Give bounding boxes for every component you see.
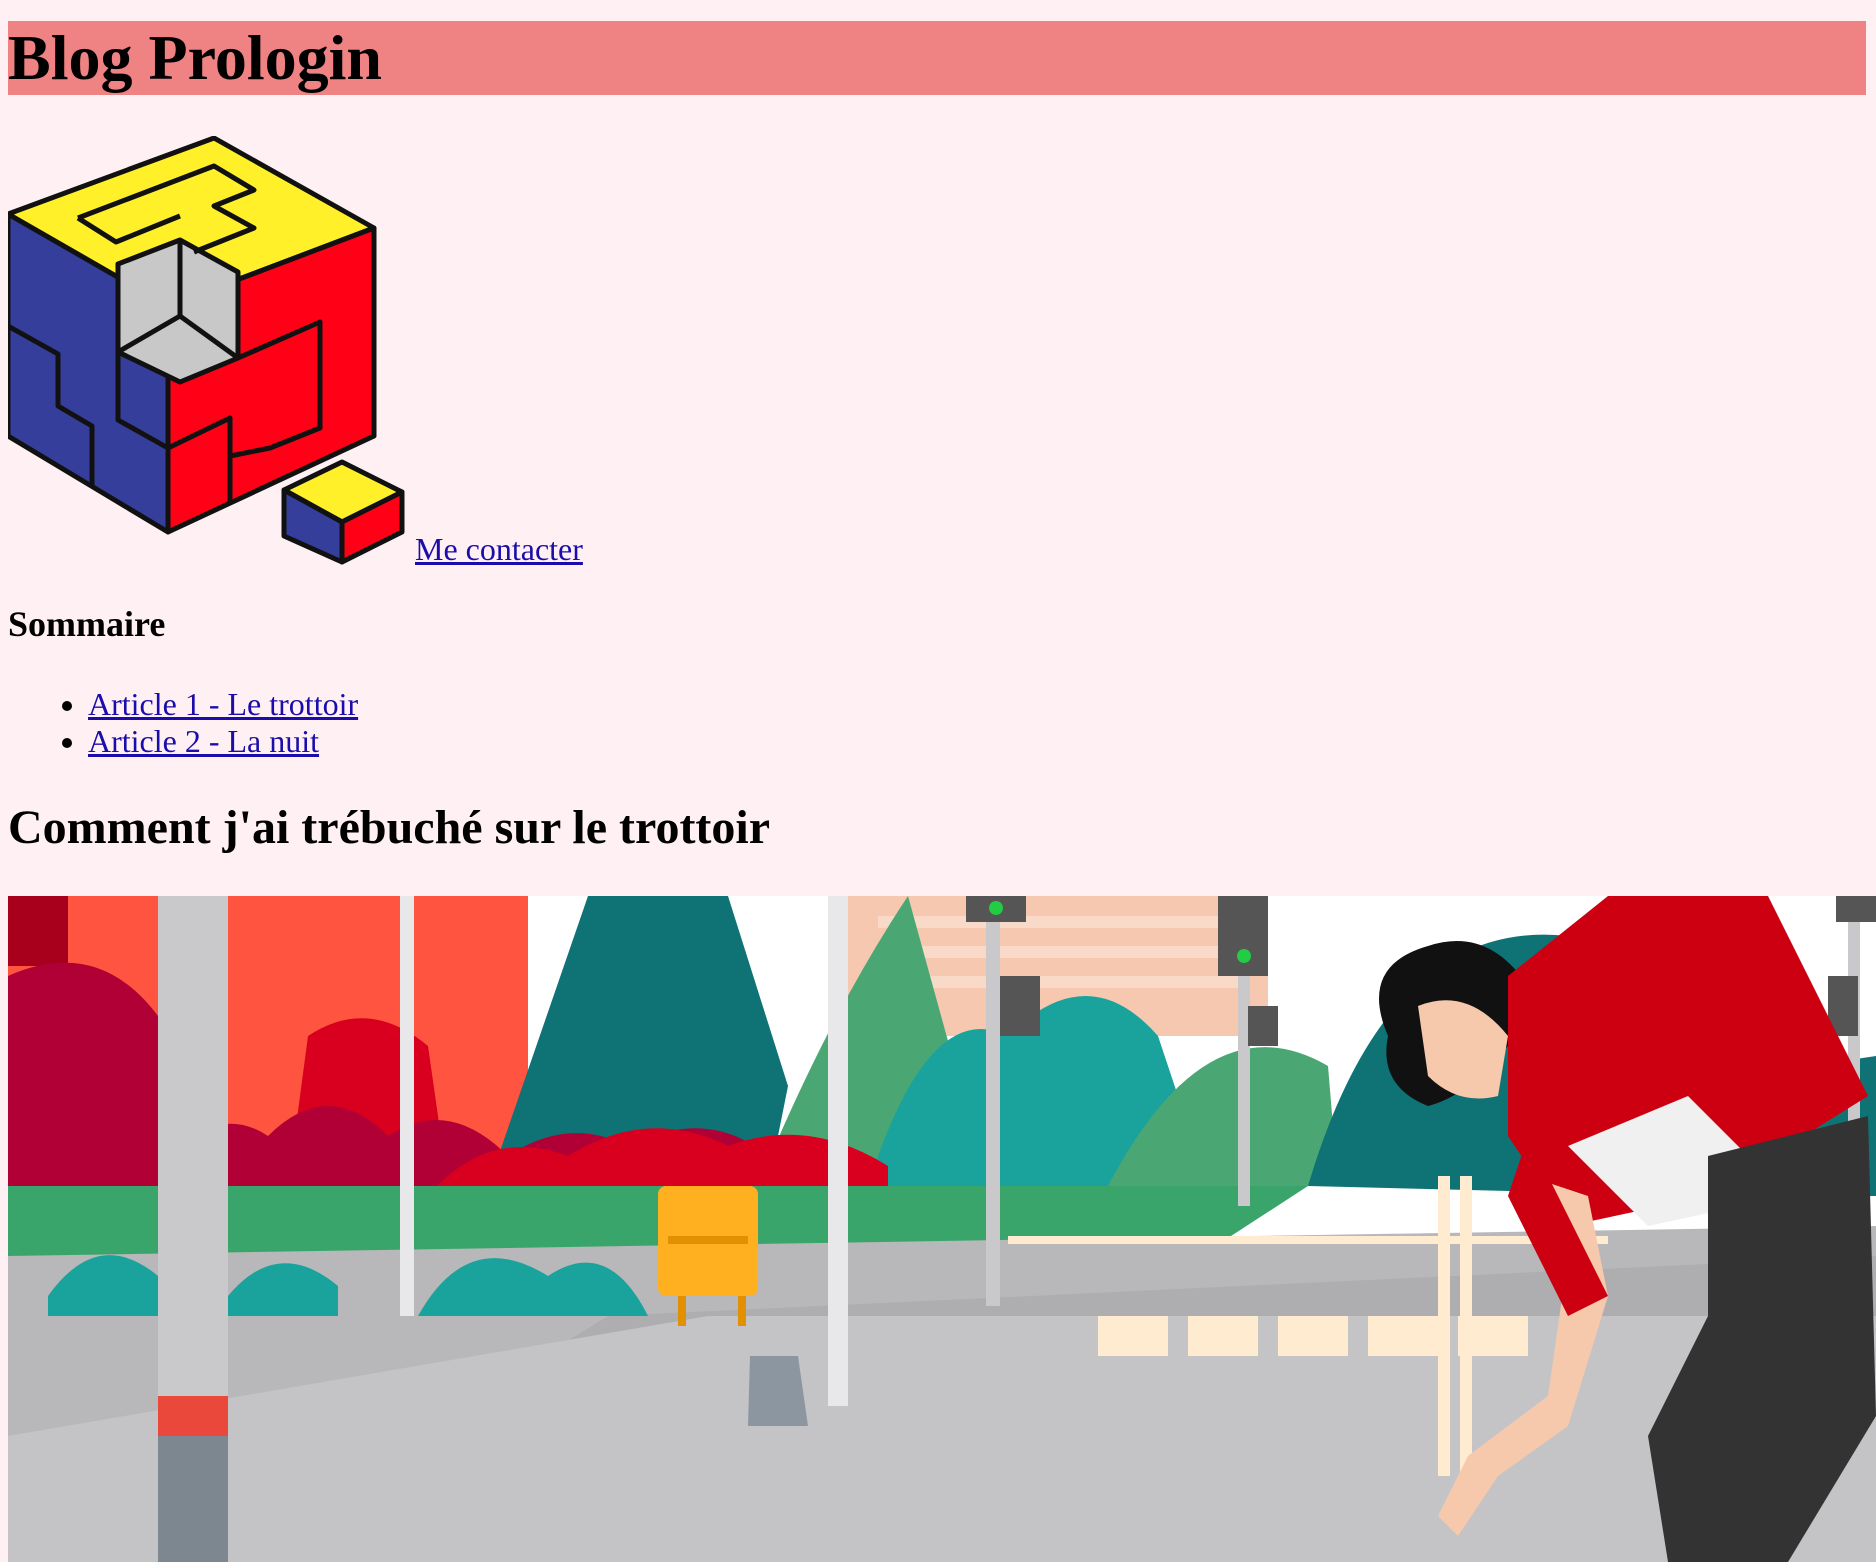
site-title: Blog Prologin: [8, 21, 1866, 95]
article-2-link[interactable]: Article 2 - La nuit: [88, 723, 319, 759]
street-illustration-icon: [8, 896, 1876, 1562]
summary-item: Article 1 - Le trottoir: [88, 686, 358, 723]
contact-link[interactable]: Me contacter: [5, 135, 608, 567]
summary-list: Article 1 - Le trottoir Article 2 - La n…: [8, 686, 358, 760]
article-title: Comment j'ai trébuché sur le trottoir: [8, 801, 771, 854]
summary-title: Sommaire: [8, 604, 166, 644]
hero-image: [8, 896, 1876, 1562]
article-1-link[interactable]: Article 1 - Le trottoir: [88, 686, 358, 722]
contact-label: Me contacter: [415, 531, 583, 567]
summary-item: Article 2 - La nuit: [88, 723, 358, 760]
prologin-logo-icon: [5, 135, 405, 565]
